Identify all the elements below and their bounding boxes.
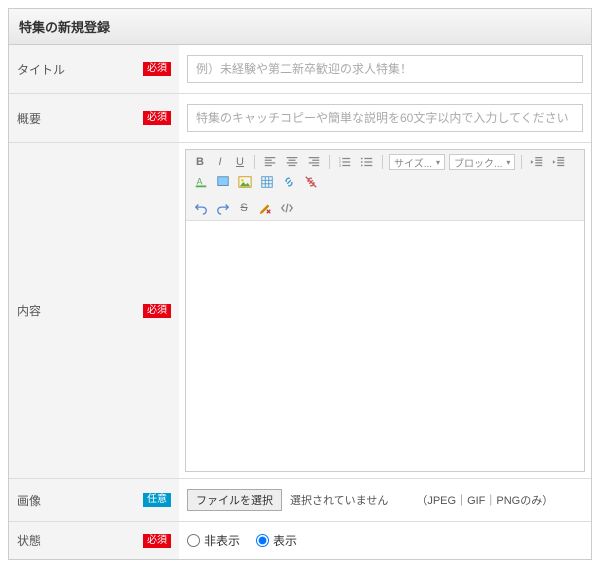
form-table: タイトル 必須 概要 必須 内容 必須 [9,45,591,559]
status-shown-option[interactable]: 表示 [256,532,297,549]
align-center-icon[interactable] [283,154,301,170]
summary-input[interactable] [187,104,583,132]
file-format-note: （JPEG｜GIF｜PNGのみ） [416,492,553,508]
font-size-select[interactable]: サイズ... ▾ [389,154,445,170]
page-title: 特集の新規登録 [19,20,110,35]
bold-icon[interactable]: B [192,154,208,170]
required-badge: 必須 [143,304,171,318]
label-status: 状態 必須 [9,522,179,560]
outdent-icon[interactable] [528,154,546,170]
label-image: 画像 任意 [9,479,179,522]
status-hidden-radio[interactable] [187,534,200,547]
block-format-label: ブロック... [454,155,502,170]
separator [254,155,255,169]
image-icon[interactable] [236,174,254,190]
rich-text-editor: B I U 123 サイズ... ▾ [185,149,585,472]
separator [521,155,522,169]
content-editor-body[interactable] [186,221,584,471]
status-hidden-label: 非表示 [204,532,240,549]
title-input[interactable] [187,55,583,83]
underline-icon[interactable]: U [232,154,248,170]
optional-badge: 任意 [143,493,171,507]
redo-icon[interactable] [214,200,232,216]
required-badge: 必須 [143,534,171,548]
label-image-text: 画像 [17,494,41,508]
align-left-icon[interactable] [261,154,279,170]
label-status-text: 状態 [17,534,41,548]
svg-text:A: A [197,177,203,187]
required-badge: 必須 [143,111,171,125]
status-hidden-option[interactable]: 非表示 [187,532,240,549]
separator [382,155,383,169]
undo-icon[interactable] [192,200,210,216]
status-shown-label: 表示 [273,532,297,549]
chevron-down-icon: ▾ [436,158,440,167]
status-radios: 非表示 表示 [187,532,583,549]
bg-color-icon[interactable] [214,174,232,190]
label-content: 内容 必須 [9,143,179,479]
file-choose-button[interactable]: ファイルを選択 [187,489,282,511]
table-icon[interactable] [258,174,276,190]
align-right-icon[interactable] [305,154,323,170]
editor-toolbar: B I U 123 サイズ... ▾ [186,150,584,221]
label-summary: 概要 必須 [9,94,179,143]
strike-icon[interactable]: S [236,200,252,216]
feature-registration-panel: 特集の新規登録 タイトル 必須 概要 必須 内容 [8,8,592,560]
link-icon[interactable] [280,174,298,190]
ordered-list-icon[interactable]: 123 [336,154,354,170]
label-summary-text: 概要 [17,112,41,126]
block-format-select[interactable]: ブロック... ▾ [449,154,515,170]
font-size-label: サイズ... [394,155,432,170]
panel-header: 特集の新規登録 [9,9,591,45]
italic-icon[interactable]: I [212,154,228,170]
label-title-text: タイトル [17,63,65,77]
text-color-icon[interactable]: A [192,174,210,190]
required-badge: 必須 [143,62,171,76]
source-icon[interactable] [278,200,296,216]
file-status-text: 選択されていません [290,492,388,508]
label-content-text: 内容 [17,304,41,318]
separator [329,155,330,169]
chevron-down-icon: ▾ [506,158,510,167]
indent-icon[interactable] [550,154,568,170]
svg-text:3: 3 [339,163,341,167]
status-shown-radio[interactable] [256,534,269,547]
unordered-list-icon[interactable] [358,154,376,170]
label-title: タイトル 必須 [9,45,179,94]
file-row: ファイルを選択 選択されていません （JPEG｜GIF｜PNGのみ） [187,489,583,511]
unlink-icon[interactable] [302,174,320,190]
remove-format-icon[interactable] [256,200,274,216]
